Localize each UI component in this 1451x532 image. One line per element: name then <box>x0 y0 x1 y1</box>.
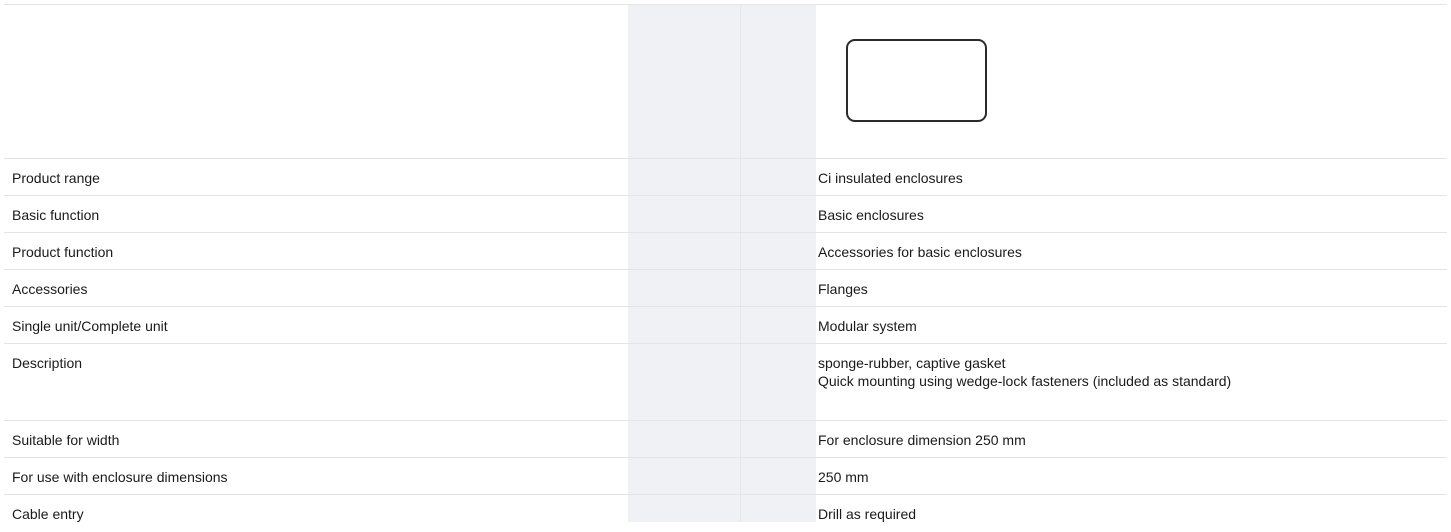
attribute-table: Product range Ci insulated enclosures Ba… <box>4 159 1447 532</box>
attribute-value: Modular system <box>818 317 917 335</box>
attribute-value-line: For enclosure dimension 250 mm <box>818 432 1026 448</box>
attribute-row: For use with enclosure dimensions 250 mm <box>4 458 1447 495</box>
attribute-value: Basic enclosures <box>818 206 924 224</box>
attribute-label: Basic function <box>12 207 100 223</box>
attribute-value-line: Drill as required <box>818 506 917 522</box>
attribute-label: Product range <box>12 170 100 186</box>
attribute-row: Accessories Flanges <box>4 270 1447 307</box>
attribute-value-line: Quick mounting using wedge-lock fastener… <box>818 373 1232 389</box>
attribute-value-line: Modular system <box>818 318 917 334</box>
attribute-value-line: Basic enclosures <box>818 207 924 223</box>
attribute-value: Ci insulated enclosures <box>818 169 963 187</box>
attribute-value-line: sponge-rubber, captive gasket <box>818 355 1006 371</box>
attribute-label: Single unit/Complete unit <box>12 318 168 334</box>
attribute-value: For enclosure dimension 250 mm <box>818 431 1026 449</box>
attribute-value: Accessories for basic enclosures <box>818 243 1022 261</box>
attribute-label: Description <box>12 355 83 371</box>
enclosure-flange-icon <box>846 39 987 122</box>
attribute-row: Cable entry Drill as required <box>4 495 1447 532</box>
attribute-value: Flanges <box>818 280 868 298</box>
attribute-row: Description sponge-rubber, captive gaske… <box>4 344 1447 421</box>
attribute-label: Accessories <box>12 281 88 297</box>
attribute-value: 250 mm <box>818 468 869 486</box>
attribute-label: For use with enclosure dimensions <box>12 469 228 485</box>
attribute-label: Product function <box>12 244 114 260</box>
attribute-value-line: Ci insulated enclosures <box>818 170 963 186</box>
attribute-label: Suitable for width <box>12 432 120 448</box>
attribute-value-line: Flanges <box>818 281 868 297</box>
attribute-value: sponge-rubber, captive gasket Quick moun… <box>818 354 1231 390</box>
attribute-row: Product range Ci insulated enclosures <box>4 159 1447 196</box>
attribute-value-line: Accessories for basic enclosures <box>818 244 1022 260</box>
header-row <box>4 5 1447 159</box>
attribute-row: Basic function Basic enclosures <box>4 196 1447 233</box>
attribute-label: Cable entry <box>12 506 84 522</box>
spec-sheet: Product range Ci insulated enclosures Ba… <box>4 4 1447 522</box>
attribute-value: Drill as required <box>818 505 916 523</box>
attribute-value-line: 250 mm <box>818 469 869 485</box>
attribute-row: Single unit/Complete unit Modular system <box>4 307 1447 344</box>
attribute-row: Suitable for width For enclosure dimensi… <box>4 421 1447 458</box>
attribute-row: Product function Accessories for basic e… <box>4 233 1447 270</box>
